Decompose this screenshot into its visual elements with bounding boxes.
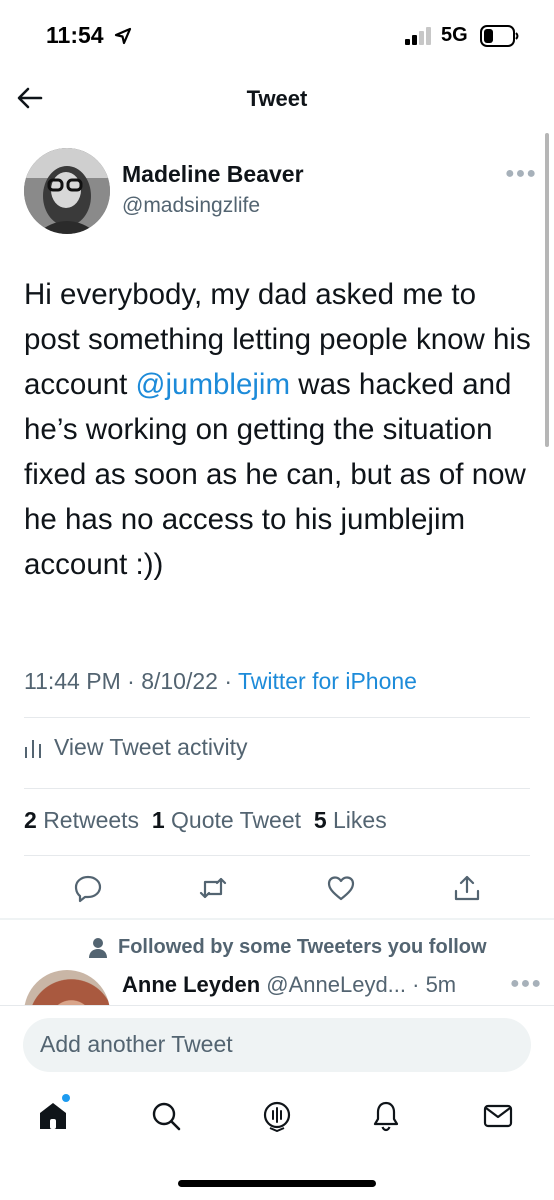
tweet-text: Hi everybody, my dad asked me to post so… <box>24 272 534 587</box>
person-icon <box>89 937 107 958</box>
home-indicator <box>178 1180 376 1187</box>
section-divider <box>0 918 554 920</box>
divider <box>24 717 530 718</box>
signal-bars-icon <box>405 27 431 45</box>
reply-more-options-icon[interactable]: ●●● <box>510 975 542 993</box>
notifications-icon[interactable] <box>370 1100 402 1132</box>
quotes-label: Quote Tweet <box>171 807 302 833</box>
battery-icon <box>480 25 519 47</box>
compose-placeholder: Add another Tweet <box>40 1031 233 1057</box>
share-icon[interactable] <box>452 873 482 903</box>
page-title: Tweet <box>246 86 308 111</box>
scrollbar[interactable] <box>545 133 549 447</box>
tweet-date: 8/10/22 <box>141 668 218 694</box>
search-icon[interactable] <box>150 1100 182 1132</box>
reply-author-name: Anne Leyden <box>122 972 261 997</box>
activity-chart-icon <box>25 739 41 758</box>
view-activity-button[interactable]: View Tweet activity <box>24 734 247 761</box>
quotes-stat[interactable]: 1 Quote Tweet <box>152 807 301 833</box>
author-avatar[interactable] <box>24 148 110 234</box>
likes-count: 5 <box>313 807 327 833</box>
meta-separator: · <box>120 668 142 694</box>
likes-label: Likes <box>333 807 387 833</box>
mention-link[interactable]: @jumblejim <box>136 368 291 401</box>
reply-icon[interactable] <box>73 873 103 903</box>
social-context: Followed by some Tweeters you follow <box>88 936 487 959</box>
status-time: 11:54 <box>46 22 104 48</box>
social-context-text: Followed by some Tweeters you follow <box>118 936 487 958</box>
author-handle[interactable]: @madsingzlife <box>122 194 260 218</box>
more-options-icon[interactable]: ●●● <box>505 165 537 183</box>
retweets-count: 2 <box>24 807 37 833</box>
meta-separator: · <box>217 668 238 694</box>
retweet-icon[interactable] <box>198 873 228 903</box>
retweets-label: Retweets <box>43 807 140 833</box>
reply-header[interactable]: Anne Leyden @AnneLeyd... · 5m <box>122 972 456 998</box>
home-icon[interactable] <box>37 1100 69 1132</box>
messages-icon[interactable] <box>482 1100 514 1132</box>
tweet-source-link[interactable]: Twitter for iPhone <box>238 668 417 694</box>
spaces-icon[interactable] <box>261 1100 293 1132</box>
tweet-stats: 2 Retweets 1 Quote Tweet 5 Likes <box>24 807 387 834</box>
activity-label: View Tweet activity <box>54 734 248 760</box>
likes-stat[interactable]: 5 Likes <box>314 807 387 833</box>
tweet-time: 11:44 PM <box>24 668 121 694</box>
reply-author-meta: @AnneLeyd... · 5m <box>266 972 457 997</box>
divider <box>24 788 530 789</box>
retweets-stat[interactable]: 2 Retweets <box>24 807 139 833</box>
tweet-meta: 11:44 PM · 8/10/22 · Twitter for iPhone <box>24 668 417 695</box>
divider <box>24 855 530 856</box>
like-icon[interactable] <box>326 873 356 903</box>
quotes-count: 1 <box>151 807 165 833</box>
location-arrow-icon <box>114 27 132 45</box>
network-type: 5G <box>441 24 468 46</box>
author-name[interactable]: Madeline Beaver <box>122 161 304 188</box>
home-notification-dot <box>62 1094 70 1102</box>
